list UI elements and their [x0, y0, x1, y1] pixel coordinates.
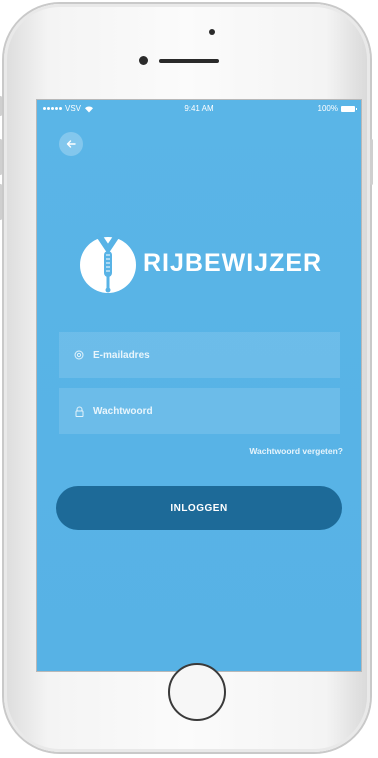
- email-field[interactable]: [59, 332, 340, 378]
- status-time: 9:41 AM: [184, 104, 214, 113]
- rijbewijzer-logo-icon: [80, 232, 136, 293]
- lock-icon: [71, 406, 87, 417]
- at-icon: [71, 350, 87, 360]
- app-screen: VSV 9:41 AM 100% RIJBEWIJZER E-mailadres…: [37, 100, 361, 671]
- logo-text: RIJBEWIJZER: [143, 249, 323, 277]
- status-right: 100%: [317, 104, 357, 113]
- front-camera: [209, 29, 215, 35]
- status-bar: VSV 9:41 AM 100%: [37, 100, 361, 118]
- volume-up-button: [0, 139, 2, 175]
- battery-icon: [341, 105, 357, 112]
- password-input[interactable]: [93, 405, 323, 417]
- mute-switch: [0, 96, 2, 116]
- email-input[interactable]: [93, 349, 323, 361]
- login-button-label: INLOGGEN: [170, 502, 228, 514]
- power-button: [370, 139, 373, 185]
- password-field[interactable]: [59, 388, 340, 434]
- forgot-password-link[interactable]: Wachtwoord vergeten?: [249, 446, 343, 456]
- back-button[interactable]: [59, 132, 83, 156]
- volume-down-button: [0, 184, 2, 220]
- proximity-sensor: [139, 56, 148, 65]
- arrow-left-icon: [66, 140, 76, 148]
- battery-percentage: 100%: [317, 104, 338, 113]
- rijbewijzer-logo: RIJBEWIJZER: [77, 232, 337, 293]
- earpiece-speaker: [159, 59, 219, 63]
- home-button[interactable]: [168, 663, 226, 721]
- login-button[interactable]: INLOGGEN: [56, 486, 342, 530]
